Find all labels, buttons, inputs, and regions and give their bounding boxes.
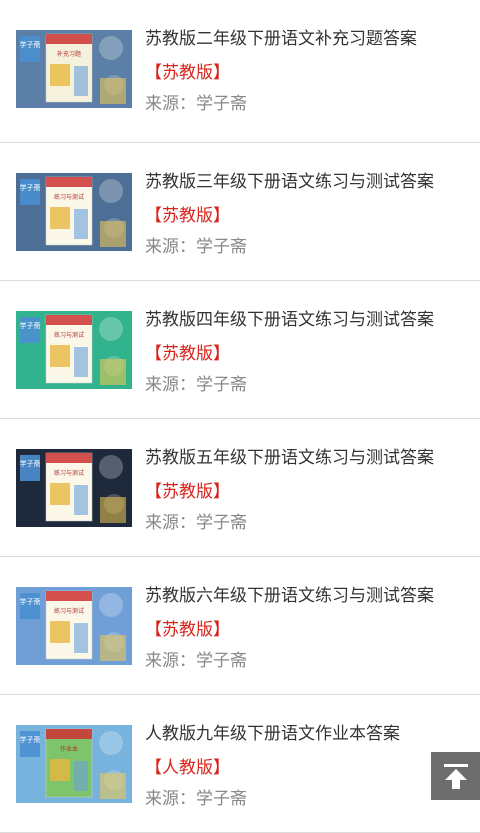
article-thumbnail[interactable]: 学子斋 练习与测试 <box>16 311 132 389</box>
article-title[interactable]: 苏教版五年级下册语文练习与测试答案 <box>145 443 434 468</box>
svg-text:练习与测试: 练习与测试 <box>54 469 84 477</box>
article-item[interactable]: 学子斋 练习与测试 苏教版四年级下册语文练习与测试答案 【苏教版】 来源：学子斋 <box>0 281 480 419</box>
article-source: 来源：学子斋 <box>145 789 247 809</box>
arrow-up-to-line-icon <box>443 764 468 789</box>
article-list: 学子斋 补充习题 苏教版二年级下册语文补充习题答案 【苏教版】 来源：学子斋 学… <box>0 0 480 833</box>
svg-text:学子斋: 学子斋 <box>20 735 41 744</box>
svg-text:补充习题: 补充习题 <box>57 50 81 58</box>
back-to-top-button[interactable] <box>431 752 480 800</box>
article-thumbnail[interactable]: 学子斋 补充习题 <box>16 30 132 108</box>
svg-text:学子斋: 学子斋 <box>20 40 41 49</box>
edition-tag: 【苏教版】 <box>145 620 230 640</box>
article-title[interactable]: 苏教版三年级下册语文练习与测试答案 <box>145 167 434 192</box>
article-item[interactable]: 学子斋 补充习题 苏教版二年级下册语文补充习题答案 【苏教版】 来源：学子斋 <box>0 0 480 143</box>
article-thumbnail[interactable]: 学子斋 练习与测试 <box>16 587 132 665</box>
article-thumbnail[interactable]: 学子斋 练习与测试 <box>16 449 132 527</box>
edition-tag: 【苏教版】 <box>145 63 230 83</box>
article-source: 来源：学子斋 <box>145 513 247 533</box>
edition-tag: 【苏教版】 <box>145 482 230 502</box>
svg-text:练习与测试: 练习与测试 <box>54 607 84 615</box>
article-source: 来源：学子斋 <box>145 237 247 257</box>
article-item[interactable]: 学子斋 练习与测试 苏教版六年级下册语文练习与测试答案 【苏教版】 来源：学子斋 <box>0 557 480 695</box>
svg-text:学子斋: 学子斋 <box>20 321 41 330</box>
article-item[interactable]: 学子斋 练习与测试 苏教版三年级下册语文练习与测试答案 【苏教版】 来源：学子斋 <box>0 143 480 281</box>
edition-tag: 【苏教版】 <box>145 206 230 226</box>
svg-text:练习与测试: 练习与测试 <box>54 193 84 201</box>
svg-text:学子斋: 学子斋 <box>20 459 41 468</box>
article-item[interactable]: 学子斋 作业本 人教版九年级下册语文作业本答案 【人教版】 来源：学子斋 <box>0 695 480 833</box>
edition-tag: 【苏教版】 <box>145 344 230 364</box>
article-source: 来源：学子斋 <box>145 375 247 395</box>
article-thumbnail[interactable]: 学子斋 练习与测试 <box>16 173 132 251</box>
article-thumbnail[interactable]: 学子斋 作业本 <box>16 725 132 803</box>
article-title[interactable]: 苏教版二年级下册语文补充习题答案 <box>145 24 417 49</box>
article-title[interactable]: 苏教版六年级下册语文练习与测试答案 <box>145 581 434 606</box>
article-source: 来源：学子斋 <box>145 651 247 671</box>
article-title[interactable]: 苏教版四年级下册语文练习与测试答案 <box>145 305 434 330</box>
article-title[interactable]: 人教版九年级下册语文作业本答案 <box>145 719 400 744</box>
article-source: 来源：学子斋 <box>145 94 247 114</box>
edition-tag: 【人教版】 <box>145 758 230 778</box>
svg-text:学子斋: 学子斋 <box>20 597 41 606</box>
svg-text:作业本: 作业本 <box>60 745 78 753</box>
svg-text:学子斋: 学子斋 <box>20 183 41 192</box>
svg-text:练习与测试: 练习与测试 <box>54 331 84 339</box>
article-item[interactable]: 学子斋 练习与测试 苏教版五年级下册语文练习与测试答案 【苏教版】 来源：学子斋 <box>0 419 480 557</box>
